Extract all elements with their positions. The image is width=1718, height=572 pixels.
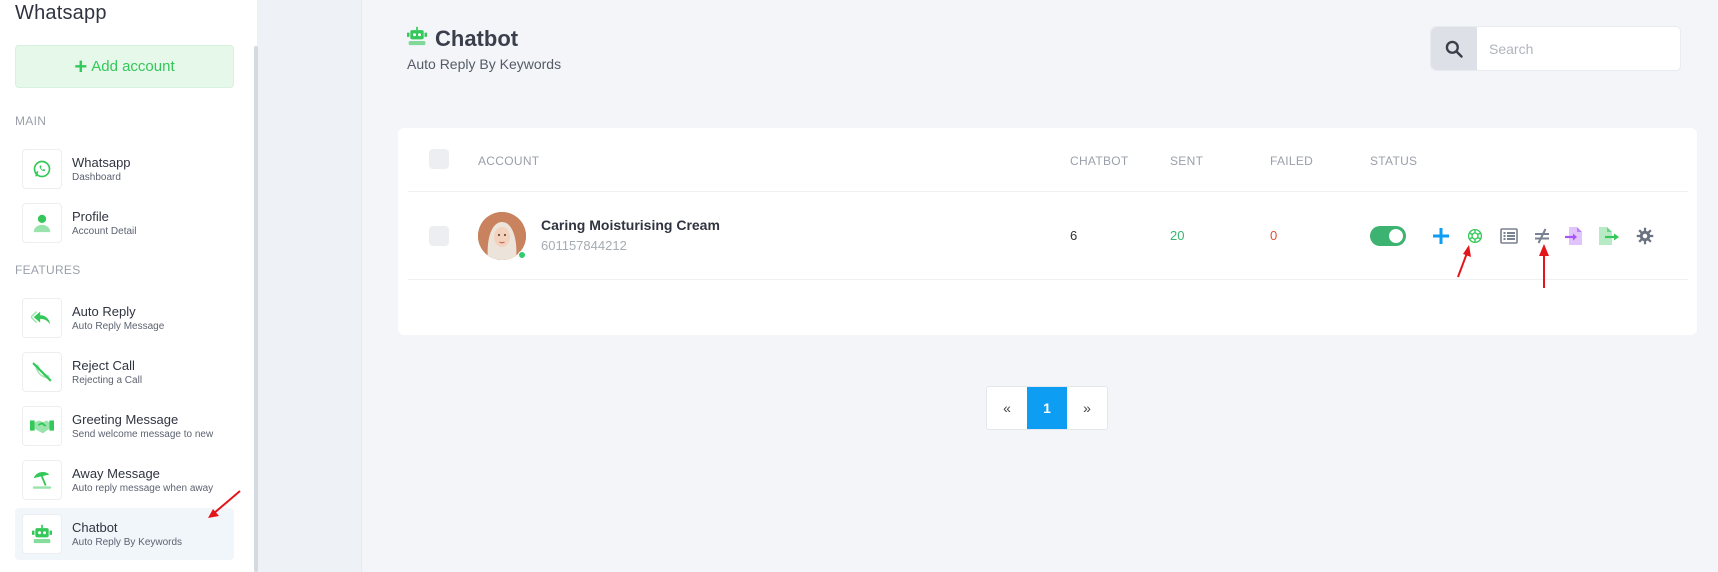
- annotation-arrow: [208, 490, 241, 518]
- status-toggle[interactable]: [1370, 226, 1406, 246]
- search-box: [1430, 26, 1681, 71]
- row-checkbox[interactable]: [429, 226, 449, 246]
- sidebar-item-auto-reply[interactable]: Auto Reply Auto Reply Message: [15, 292, 234, 344]
- list-icon[interactable]: [1498, 225, 1520, 247]
- plus-icon: +: [74, 53, 88, 79]
- page-header: Chatbot Auto Reply By Keywords: [407, 25, 561, 72]
- add-account-label: Add account: [91, 58, 175, 75]
- file-export-icon[interactable]: [1598, 225, 1620, 247]
- sidebar-item-subtitle: Send welcome message to new: [72, 429, 214, 440]
- sidebar-item-title: Greeting Message: [72, 412, 179, 427]
- chatbot-count: 6: [1070, 228, 1078, 243]
- pagination-next[interactable]: »: [1067, 387, 1107, 429]
- sidebar-item-reject-call[interactable]: Reject Call Rejecting a Call: [15, 346, 234, 398]
- online-status-dot: [518, 251, 526, 259]
- sidebar-item-title: Whatsapp: [72, 155, 131, 170]
- sidebar: Whatsapp + Add account MAIN Whatsapp Das…: [0, 0, 258, 572]
- divider: [408, 279, 1688, 280]
- phone-slash-icon: [22, 352, 62, 392]
- pagination-page-1[interactable]: 1: [1027, 387, 1067, 429]
- pagination: « 1 »: [986, 386, 1108, 430]
- umbrella-beach-icon: [22, 460, 62, 500]
- sidebar-item-title: Reject Call: [72, 358, 135, 373]
- sent-count: 20: [1170, 228, 1185, 243]
- sidebar-item-subtitle: Auto Reply Message: [72, 321, 165, 332]
- search-input[interactable]: [1477, 27, 1680, 70]
- whatsapp-icon: [22, 149, 62, 189]
- section-label-main: MAIN: [15, 114, 47, 128]
- handshake-icon: [22, 406, 62, 446]
- page-title: Chatbot: [435, 25, 519, 51]
- column-header-chatbot: CHATBOT: [1070, 154, 1129, 168]
- select-all-checkbox[interactable]: [429, 149, 449, 169]
- column-header-status: STATUS: [1370, 154, 1418, 168]
- sidebar-item-title: Profile: [72, 209, 109, 224]
- content-gutter: [258, 0, 362, 572]
- sidebar-item-title: Auto Reply: [72, 304, 136, 319]
- reply-icon: [22, 298, 62, 338]
- pagination-prev[interactable]: «: [987, 387, 1027, 429]
- sidebar-item-subtitle: Account Detail: [72, 226, 137, 237]
- sidebar-item-profile[interactable]: Profile Account Detail: [15, 197, 234, 249]
- accounts-table: ACCOUNT CHATBOT SENT FAILED STATUS Carin…: [398, 128, 1697, 335]
- robot-icon: [22, 514, 62, 554]
- sidebar-item-greeting-message[interactable]: Greeting Message Send welcome message to…: [15, 400, 234, 452]
- gear-icon[interactable]: [1634, 225, 1656, 247]
- sidebar-item-subtitle: Dashboard: [72, 172, 121, 183]
- sidebar-item-chatbot[interactable]: Chatbot Auto Reply By Keywords: [15, 508, 234, 560]
- search-icon: [1445, 40, 1463, 58]
- sidebar-item-subtitle: Auto Reply By Keywords: [72, 537, 183, 548]
- sidebar-item-subtitle: Rejecting a Call: [72, 375, 143, 386]
- search-button[interactable]: [1431, 27, 1477, 70]
- account-phone: 601157844212: [541, 238, 627, 253]
- sidebar-item-away-message[interactable]: Away Message Auto reply message when awa…: [15, 454, 234, 506]
- sidebar-item-title: Chatbot: [72, 520, 118, 535]
- account-name: Caring Moisturising Cream: [541, 217, 720, 233]
- sidebar-item-whatsapp[interactable]: Whatsapp Dashboard: [15, 143, 234, 195]
- failed-count: 0: [1270, 228, 1278, 243]
- column-header-sent: SENT: [1170, 154, 1204, 168]
- app-title: Whatsapp: [15, 2, 107, 24]
- divider: [408, 191, 1688, 192]
- column-header-account: ACCOUNT: [478, 154, 540, 168]
- section-label-features: FEATURES: [15, 263, 81, 277]
- robot-icon: [407, 25, 427, 52]
- column-header-failed: FAILED: [1270, 154, 1314, 168]
- file-import-icon[interactable]: [1563, 225, 1585, 247]
- annotation-arrow: [1539, 244, 1549, 288]
- user-icon: [22, 203, 62, 243]
- page-subtitle: Auto Reply By Keywords: [407, 56, 562, 72]
- add-account-button[interactable]: + Add account: [15, 45, 234, 88]
- sidebar-item-title: Away Message: [72, 466, 160, 481]
- annotation-arrow: [1457, 245, 1471, 278]
- add-icon[interactable]: [1430, 225, 1452, 247]
